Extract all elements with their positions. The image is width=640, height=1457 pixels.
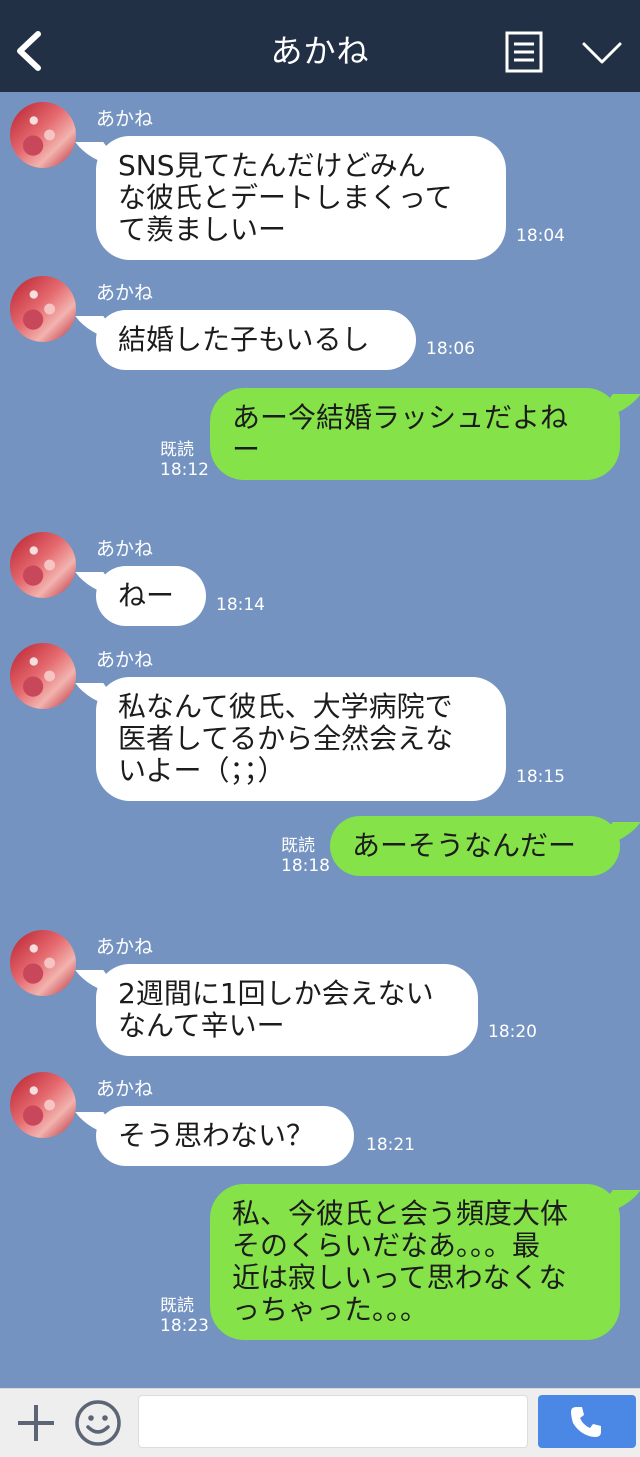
message-time: 18:04 bbox=[516, 226, 565, 246]
avatar[interactable] bbox=[10, 276, 76, 342]
add-button[interactable] bbox=[14, 1401, 58, 1445]
message-time: 18:21 bbox=[366, 1135, 415, 1155]
message-time: 18:23 bbox=[160, 1316, 209, 1336]
message-time: 18:18 bbox=[281, 856, 330, 876]
read-status: 既読 18:12 bbox=[160, 440, 209, 480]
message-time: 18:14 bbox=[216, 595, 265, 615]
list-icon bbox=[505, 31, 543, 73]
message-bubble[interactable]: 結婚した子もいるし bbox=[96, 310, 416, 370]
avatar[interactable] bbox=[10, 102, 76, 168]
message-bubble[interactable]: 2週間に1回しか会えない なんて辛いー bbox=[96, 964, 478, 1056]
smiley-icon bbox=[75, 1400, 121, 1446]
menu-button[interactable] bbox=[505, 31, 543, 73]
plus-icon bbox=[18, 1405, 54, 1441]
message-input[interactable] bbox=[138, 1395, 528, 1448]
message-bubble[interactable]: あーそうなんだー bbox=[330, 816, 620, 876]
message-bubble[interactable]: 私なんて彼氏、大学病院で 医者してるから全然会えな いよー（；；） bbox=[96, 677, 506, 801]
sender-name: あかね bbox=[96, 1078, 154, 1100]
message-bubble[interactable]: ねー bbox=[96, 566, 206, 626]
avatar[interactable] bbox=[10, 930, 76, 996]
chevron-down-icon bbox=[582, 42, 622, 64]
sender-name: あかね bbox=[96, 936, 154, 958]
avatar[interactable] bbox=[10, 643, 76, 709]
message-bubble[interactable]: そう思わない？ bbox=[96, 1106, 354, 1166]
message-time: 18:20 bbox=[488, 1022, 537, 1042]
sender-name: あかね bbox=[96, 538, 154, 560]
message-bubble[interactable]: あー今結婚ラッシュだよね ー bbox=[210, 388, 620, 480]
message-input-bar bbox=[0, 1388, 640, 1457]
collapse-button[interactable] bbox=[580, 36, 624, 70]
call-button[interactable] bbox=[538, 1395, 636, 1448]
chat-area[interactable]: あかね SNS見てたんだけどみん な彼氏とデートしまくって て羨ましいー 18:… bbox=[0, 92, 640, 1388]
emoji-button[interactable] bbox=[74, 1399, 122, 1447]
message-bubble[interactable]: SNS見てたんだけどみん な彼氏とデートしまくって て羨ましいー bbox=[96, 136, 506, 260]
message-time: 18:12 bbox=[160, 460, 209, 480]
sender-name: あかね bbox=[96, 649, 154, 671]
message-time: 18:06 bbox=[426, 339, 475, 359]
sender-name: あかね bbox=[96, 282, 154, 304]
avatar[interactable] bbox=[10, 1072, 76, 1138]
read-label: 既読 bbox=[160, 1296, 194, 1316]
chat-header: あかね bbox=[0, 0, 640, 92]
read-label: 既読 bbox=[160, 440, 194, 460]
chat-title: あかね bbox=[270, 32, 370, 70]
read-status: 既読 18:18 bbox=[281, 836, 330, 876]
message-bubble[interactable]: 私、今彼氏と会う頻度大体 そのくらいだなあ。。。最 近は寂しいって思わなくな っ… bbox=[210, 1184, 620, 1340]
read-status: 既読 18:23 bbox=[160, 1296, 209, 1336]
message-time: 18:15 bbox=[516, 767, 565, 787]
phone-icon bbox=[571, 1407, 601, 1437]
sender-name: あかね bbox=[96, 108, 154, 130]
avatar[interactable] bbox=[10, 532, 76, 598]
read-label: 既読 bbox=[281, 836, 315, 856]
